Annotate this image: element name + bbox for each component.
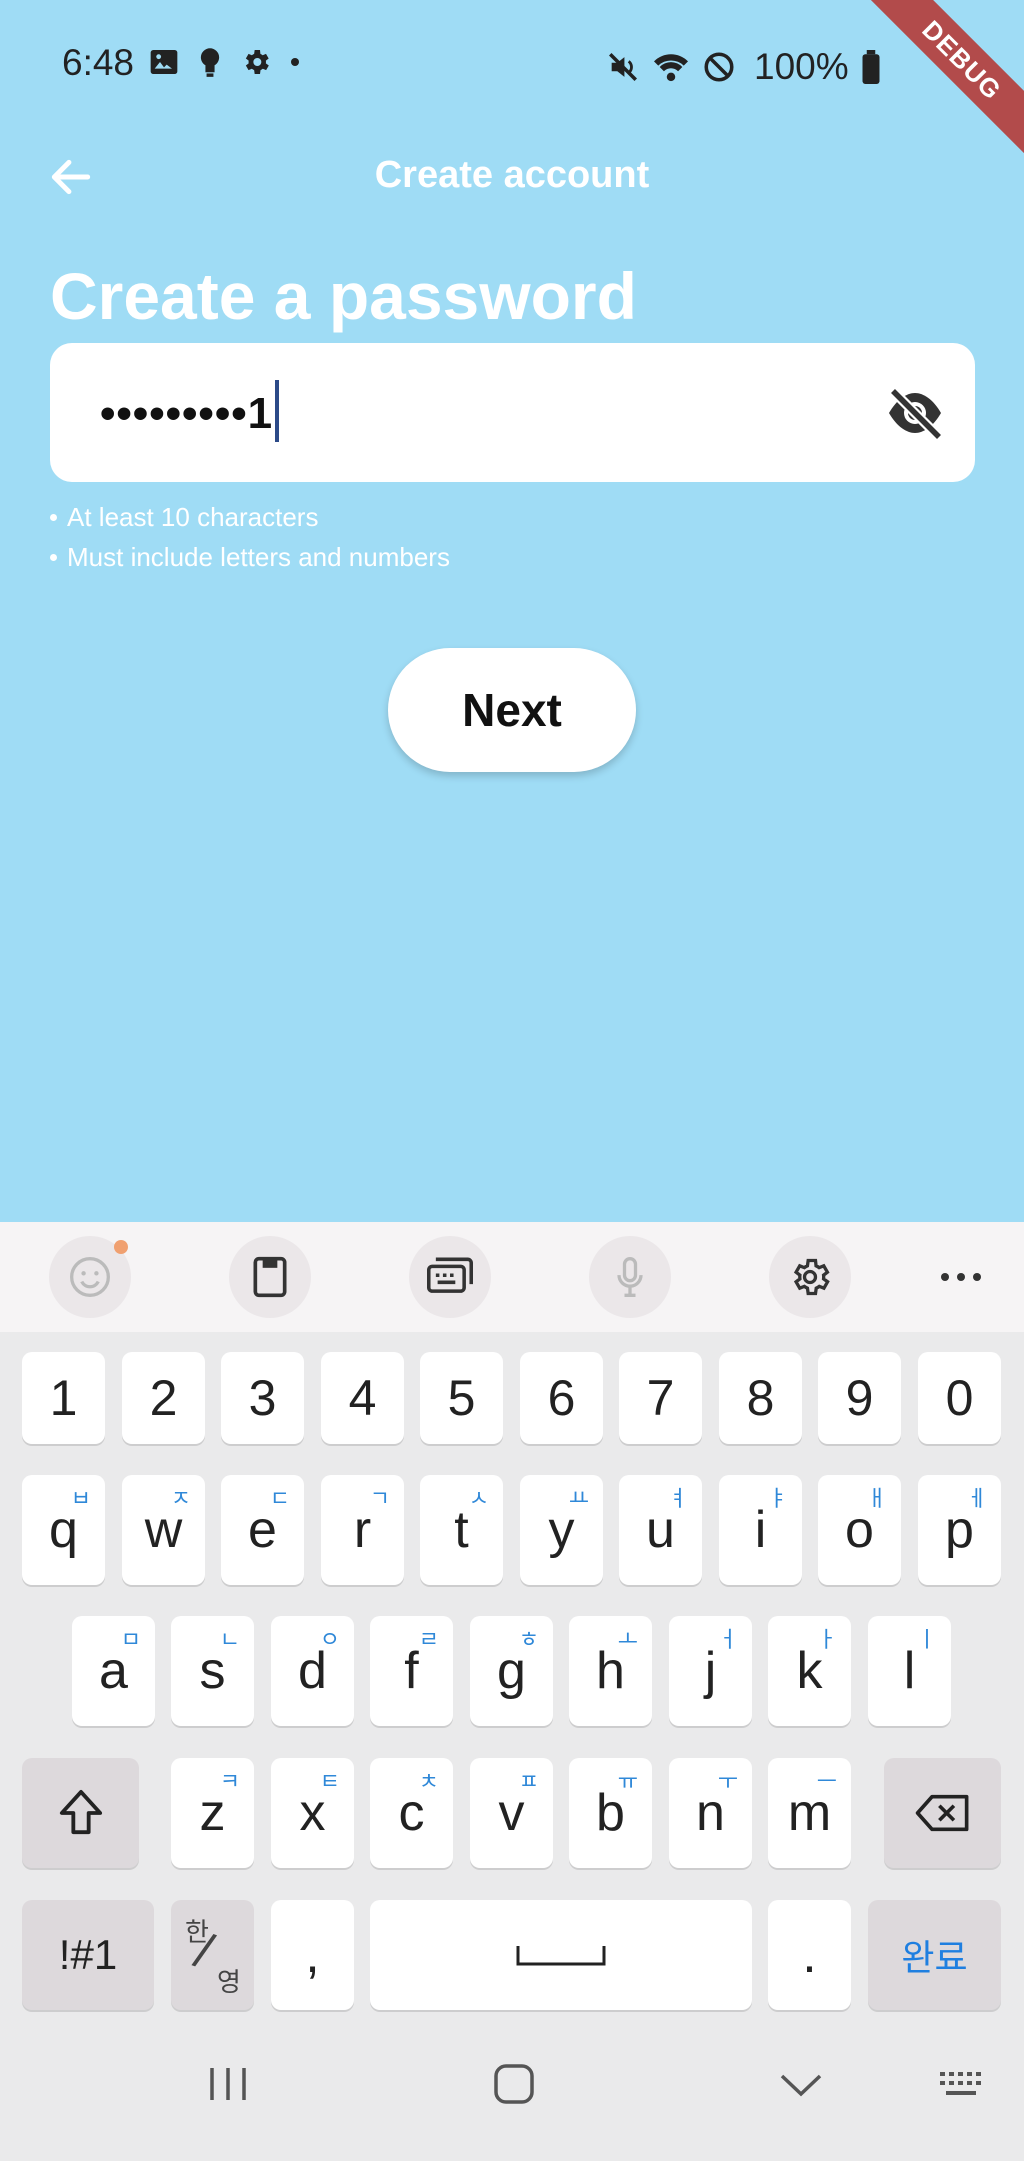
comma-key[interactable]: , bbox=[271, 1900, 354, 2010]
do-not-disturb-icon bbox=[704, 52, 734, 82]
battery-icon bbox=[862, 50, 880, 84]
key-4[interactable]: 4 bbox=[321, 1352, 404, 1444]
key-w[interactable]: wㅈ bbox=[122, 1475, 205, 1585]
key-h[interactable]: hㅗ bbox=[569, 1616, 652, 1726]
clipboard-icon bbox=[253, 1256, 287, 1298]
keyboard-settings-button[interactable] bbox=[769, 1236, 851, 1318]
key-d[interactable]: dㅇ bbox=[271, 1616, 354, 1726]
language-switch-key[interactable]: 한 / 영 bbox=[171, 1900, 254, 2010]
key-k[interactable]: kㅏ bbox=[768, 1616, 851, 1726]
next-button[interactable]: Next bbox=[388, 648, 636, 772]
status-notification-icons bbox=[148, 46, 302, 78]
backspace-icon bbox=[915, 1794, 968, 1832]
key-3[interactable]: 3 bbox=[221, 1352, 304, 1444]
key-y[interactable]: yㅛ bbox=[520, 1475, 603, 1585]
status-time: 6:48 bbox=[62, 42, 135, 83]
voice-input-button[interactable] bbox=[589, 1236, 671, 1318]
screen-heading: Create a password bbox=[50, 259, 637, 333]
requirement-item: At least 10 characters bbox=[50, 497, 450, 537]
visibility-off-eye-icon[interactable] bbox=[885, 386, 945, 440]
key-7[interactable]: 7 bbox=[619, 1352, 702, 1444]
keyboard-mode-button[interactable] bbox=[409, 1236, 491, 1318]
bullet-icon bbox=[50, 553, 57, 561]
key-m[interactable]: mㅡ bbox=[768, 1758, 851, 1868]
page-title: Create account bbox=[374, 154, 650, 196]
more-options-button[interactable] bbox=[920, 1236, 1002, 1318]
settings-gear-icon bbox=[793, 1258, 830, 1296]
emoji-icon bbox=[70, 1257, 110, 1297]
key-8[interactable]: 8 bbox=[719, 1352, 802, 1444]
space-key[interactable] bbox=[370, 1900, 752, 2010]
wifi-icon bbox=[654, 54, 688, 82]
keyboard: 1 2 3 4 5 6 7 8 9 0 qㅂ wㅈ eㄷ rㄱ tㅅ yㅛ uㅕ… bbox=[0, 1332, 1024, 2022]
key-g[interactable]: gㅎ bbox=[470, 1616, 553, 1726]
key-1[interactable]: 1 bbox=[22, 1352, 105, 1444]
key-r[interactable]: rㄱ bbox=[321, 1475, 404, 1585]
key-z[interactable]: zㅋ bbox=[171, 1758, 254, 1868]
keyboard-toolbar bbox=[0, 1222, 1024, 1332]
key-e[interactable]: eㄷ bbox=[221, 1475, 304, 1585]
key-6[interactable]: 6 bbox=[520, 1352, 603, 1444]
key-0[interactable]: 0 bbox=[918, 1352, 1001, 1444]
key-p[interactable]: pㅔ bbox=[918, 1475, 1001, 1585]
bullet-icon bbox=[50, 513, 57, 521]
password-requirements: At least 10 characters Must include lett… bbox=[50, 497, 450, 577]
symbols-key[interactable]: !#1 bbox=[22, 1900, 154, 2010]
key-a[interactable]: aㅁ bbox=[72, 1616, 155, 1726]
key-f[interactable]: fㄹ bbox=[370, 1616, 453, 1726]
password-input-value[interactable]: •••••••••1 bbox=[100, 380, 280, 443]
period-key[interactable]: . bbox=[768, 1900, 851, 2010]
microphone-icon bbox=[617, 1257, 643, 1297]
key-9[interactable]: 9 bbox=[818, 1352, 901, 1444]
key-j[interactable]: jㅓ bbox=[669, 1616, 752, 1726]
system-navigation-bar bbox=[0, 2022, 1024, 2161]
key-u[interactable]: uㅕ bbox=[619, 1475, 702, 1585]
dot-icon bbox=[291, 58, 299, 66]
recent-apps-icon[interactable] bbox=[206, 2064, 250, 2104]
key-5[interactable]: 5 bbox=[420, 1352, 503, 1444]
home-icon[interactable] bbox=[492, 2062, 536, 2106]
status-bar: 6:48 100% DEBUG bbox=[0, 0, 1024, 168]
image-icon bbox=[150, 50, 178, 74]
password-field[interactable]: •••••••••1 bbox=[50, 343, 975, 482]
mute-icon bbox=[608, 52, 638, 82]
shift-arrow-icon bbox=[59, 1789, 102, 1835]
lightbulb-icon bbox=[200, 48, 220, 77]
text-cursor bbox=[275, 380, 280, 443]
key-t[interactable]: tㅅ bbox=[420, 1475, 503, 1585]
keyboard-toggle-icon[interactable] bbox=[938, 2070, 988, 2100]
status-system-icons: 100% bbox=[606, 46, 881, 88]
backspace-key[interactable] bbox=[884, 1758, 1001, 1868]
key-n[interactable]: nㅜ bbox=[669, 1758, 752, 1868]
keyboard-icon bbox=[427, 1257, 473, 1293]
app-bar: Create account bbox=[0, 130, 1024, 220]
space-bar-icon bbox=[516, 1946, 606, 1966]
key-x[interactable]: xㅌ bbox=[271, 1758, 354, 1868]
key-2[interactable]: 2 bbox=[122, 1352, 205, 1444]
key-l[interactable]: lㅣ bbox=[868, 1616, 951, 1726]
clipboard-button[interactable] bbox=[229, 1236, 311, 1318]
key-b[interactable]: bㅠ bbox=[569, 1758, 652, 1868]
key-o[interactable]: oㅐ bbox=[818, 1475, 901, 1585]
masked-password-text: •••••••••1 bbox=[100, 389, 274, 438]
more-horizontal-icon bbox=[941, 1273, 981, 1281]
key-v[interactable]: vㅍ bbox=[470, 1758, 553, 1868]
key-i[interactable]: iㅑ bbox=[719, 1475, 802, 1585]
notification-dot bbox=[114, 1240, 128, 1254]
key-c[interactable]: cㅊ bbox=[370, 1758, 453, 1868]
shift-key[interactable] bbox=[22, 1758, 139, 1868]
key-q[interactable]: qㅂ bbox=[22, 1475, 105, 1585]
key-s[interactable]: sㄴ bbox=[171, 1616, 254, 1726]
settings-gear-icon bbox=[245, 50, 269, 74]
battery-percent: 100% bbox=[754, 46, 849, 87]
done-key[interactable]: 완료 bbox=[868, 1900, 1001, 2010]
requirement-item: Must include letters and numbers bbox=[50, 537, 450, 577]
chevron-down-icon[interactable] bbox=[778, 2070, 824, 2100]
